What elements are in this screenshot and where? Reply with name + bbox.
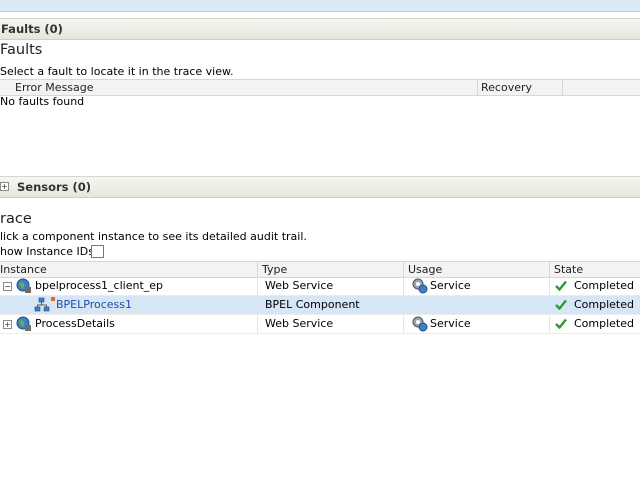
- table-row[interactable]: − bpelprocess1_client_ep Web Service Ser…: [0, 277, 640, 296]
- sensors-panel-title: Sensors (0): [17, 180, 92, 194]
- faults-title: Faults: [0, 42, 43, 58]
- instance-usage: Service: [430, 317, 471, 330]
- bpel-component-icon: [34, 297, 55, 312]
- faults-empty-text: No faults found: [0, 95, 85, 108]
- instance-name[interactable]: ProcessDetails: [35, 317, 115, 330]
- web-service-icon: [16, 278, 31, 293]
- service-gear-icon: [412, 316, 428, 332]
- column-state[interactable]: State: [554, 263, 583, 276]
- instance-type: Web Service: [265, 317, 334, 330]
- collapse-icon[interactable]: −: [3, 282, 12, 291]
- show-instance-ids-checkbox[interactable]: [91, 245, 104, 258]
- show-instance-ids-label: how Instance IDs: [0, 245, 94, 258]
- expand-icon[interactable]: +: [3, 320, 12, 329]
- sensors-expand-icon[interactable]: +: [0, 182, 9, 191]
- instance-state: Completed: [574, 317, 634, 330]
- instance-usage: Service: [430, 279, 471, 292]
- faults-panel-title: Faults (0): [1, 22, 63, 36]
- faults-instruction: Select a fault to locate it in the trace…: [0, 65, 234, 78]
- trace-table-header: Instance Type Usage State: [0, 261, 640, 278]
- completed-check-icon: [555, 280, 567, 291]
- instance-type: BPEL Component: [265, 298, 360, 311]
- service-gear-icon: [412, 278, 428, 294]
- column-usage[interactable]: Usage: [408, 263, 442, 276]
- sensors-panel-header[interactable]: + Sensors (0): [0, 176, 640, 198]
- faults-panel-header[interactable]: Faults (0): [0, 18, 640, 40]
- trace-title: race: [0, 211, 32, 227]
- column-instance[interactable]: Instance: [0, 263, 47, 276]
- top-strip: [0, 0, 640, 12]
- instance-name-link[interactable]: BPELProcess1: [56, 298, 132, 311]
- column-type[interactable]: Type: [262, 263, 287, 276]
- web-service-icon: [16, 316, 31, 331]
- column-recovery[interactable]: Recovery: [481, 81, 532, 94]
- completed-check-icon: [555, 318, 567, 329]
- trace-instruction: lick a component instance to see its det…: [0, 230, 307, 243]
- table-row[interactable]: BPELProcess1 BPEL Component Completed: [0, 296, 640, 315]
- table-row[interactable]: + ProcessDetails Web Service Service Com…: [0, 315, 640, 334]
- completed-check-icon: [555, 299, 567, 310]
- instance-type: Web Service: [265, 279, 334, 292]
- column-error-message[interactable]: Error Message: [15, 81, 94, 94]
- instance-state: Completed: [574, 279, 634, 292]
- faults-table-header: Error Message Recovery: [0, 79, 640, 96]
- instance-state: Completed: [574, 298, 634, 311]
- instance-name[interactable]: bpelprocess1_client_ep: [35, 279, 163, 292]
